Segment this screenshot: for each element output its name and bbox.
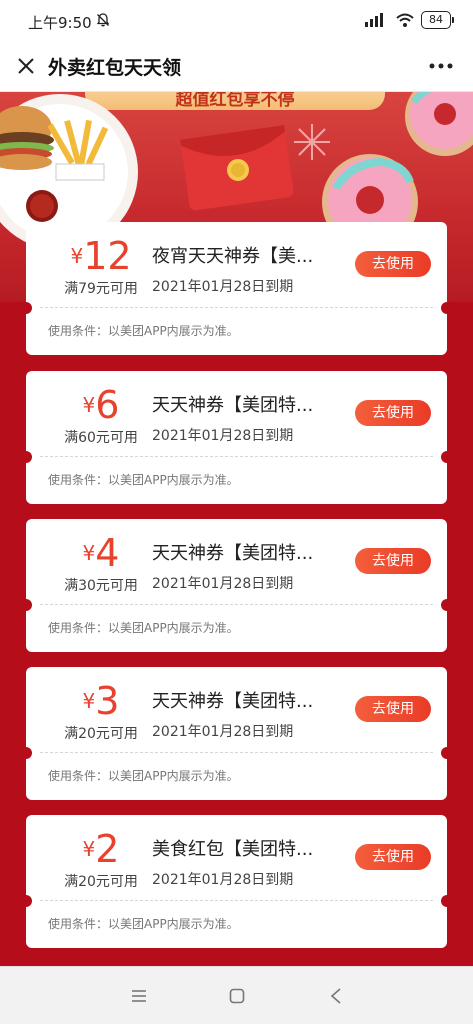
currency-symbol: ¥ — [82, 689, 96, 713]
coupon-threshold: 满20元可用 — [64, 874, 138, 890]
coupon-expiry: 2021年01月28日到期 — [152, 428, 294, 444]
coupon-name: 天天神券【美团特... — [152, 395, 314, 416]
status-bar: 上午9:50 84 — [0, 0, 473, 42]
amount-value: 4 — [95, 531, 120, 575]
coupon-threshold: 满30元可用 — [64, 578, 138, 594]
amount-value: 2 — [95, 827, 120, 871]
title-bar: 外卖红包天天领 — [0, 42, 473, 92]
coupon-card: ¥2 满20元可用 美食红包【美团特... 2021年01月28日到期 去使用 … — [20, 815, 453, 948]
back-icon[interactable] — [325, 985, 347, 1007]
more-icon[interactable] — [427, 56, 455, 76]
coupon-threshold: 满79元可用 — [64, 281, 138, 297]
wifi-icon — [395, 12, 415, 28]
use-coupon-button[interactable]: 去使用 — [355, 251, 431, 277]
system-nav-bar — [0, 966, 473, 1024]
coupon-card: ¥3 满20元可用 天天神券【美团特... 2021年01月28日到期 去使用 … — [20, 667, 453, 800]
coupon-condition: 使用条件：以美团APP内展示为准。 — [48, 769, 239, 783]
coupon-name: 美食红包【美团特... — [152, 839, 314, 860]
coupon-amount: ¥6 — [46, 383, 156, 427]
use-coupon-button[interactable]: 去使用 — [355, 400, 431, 426]
coupon-condition: 使用条件：以美团APP内展示为准。 — [48, 324, 239, 338]
close-icon[interactable] — [12, 52, 40, 80]
menu-icon[interactable] — [128, 985, 150, 1007]
coupon-expiry: 2021年01月28日到期 — [152, 872, 294, 888]
status-time: 上午9:50 — [28, 14, 92, 32]
page-title: 外卖红包天天领 — [48, 57, 182, 79]
coupon-threshold: 满20元可用 — [64, 726, 138, 742]
currency-symbol: ¥ — [82, 837, 96, 861]
coupon-name: 天天神券【美团特... — [152, 543, 314, 564]
currency-symbol: ¥ — [70, 244, 84, 268]
coupon-amount: ¥2 — [46, 827, 156, 871]
coupon-condition: 使用条件：以美团APP内展示为准。 — [48, 917, 239, 931]
divider — [40, 604, 433, 605]
battery-icon: 84 — [421, 11, 454, 29]
signal-icon — [363, 12, 385, 28]
coupon-amount: ¥4 — [46, 531, 156, 575]
divider — [40, 900, 433, 901]
divider — [40, 456, 433, 457]
coupon-expiry: 2021年01月28日到期 — [152, 724, 294, 740]
coupon-card: ¥6 满60元可用 天天神券【美团特... 2021年01月28日到期 去使用 … — [20, 371, 453, 504]
coupon-name: 夜宵天天神券【美... — [152, 246, 314, 267]
divider — [40, 752, 433, 753]
coupon-expiry: 2021年01月28日到期 — [152, 576, 294, 592]
coupon-expiry: 2021年01月28日到期 — [152, 279, 294, 295]
coupon-amount: ¥3 — [46, 679, 156, 723]
currency-symbol: ¥ — [82, 393, 96, 417]
amount-value: 6 — [95, 383, 120, 427]
use-coupon-button[interactable]: 去使用 — [355, 548, 431, 574]
home-icon[interactable] — [226, 985, 248, 1007]
coupon-name: 天天神券【美团特... — [152, 691, 314, 712]
amount-value: 12 — [83, 234, 132, 278]
amount-value: 3 — [95, 679, 120, 723]
coupon-threshold: 满60元可用 — [64, 430, 138, 446]
currency-symbol: ¥ — [82, 541, 96, 565]
coupon-card: ¥12 满79元可用 夜宵天天神券【美... 2021年01月28日到期 去使用… — [20, 222, 453, 355]
bell-off-icon — [95, 12, 111, 28]
coupon-condition: 使用条件：以美团APP内展示为准。 — [48, 621, 239, 635]
coupon-amount: ¥12 — [46, 234, 156, 278]
divider — [40, 307, 433, 308]
use-coupon-button[interactable]: 去使用 — [355, 844, 431, 870]
coupon-condition: 使用条件：以美团APP内展示为准。 — [48, 473, 239, 487]
use-coupon-button[interactable]: 去使用 — [355, 696, 431, 722]
coupon-card: ¥4 满30元可用 天天神券【美团特... 2021年01月28日到期 去使用 … — [20, 519, 453, 652]
